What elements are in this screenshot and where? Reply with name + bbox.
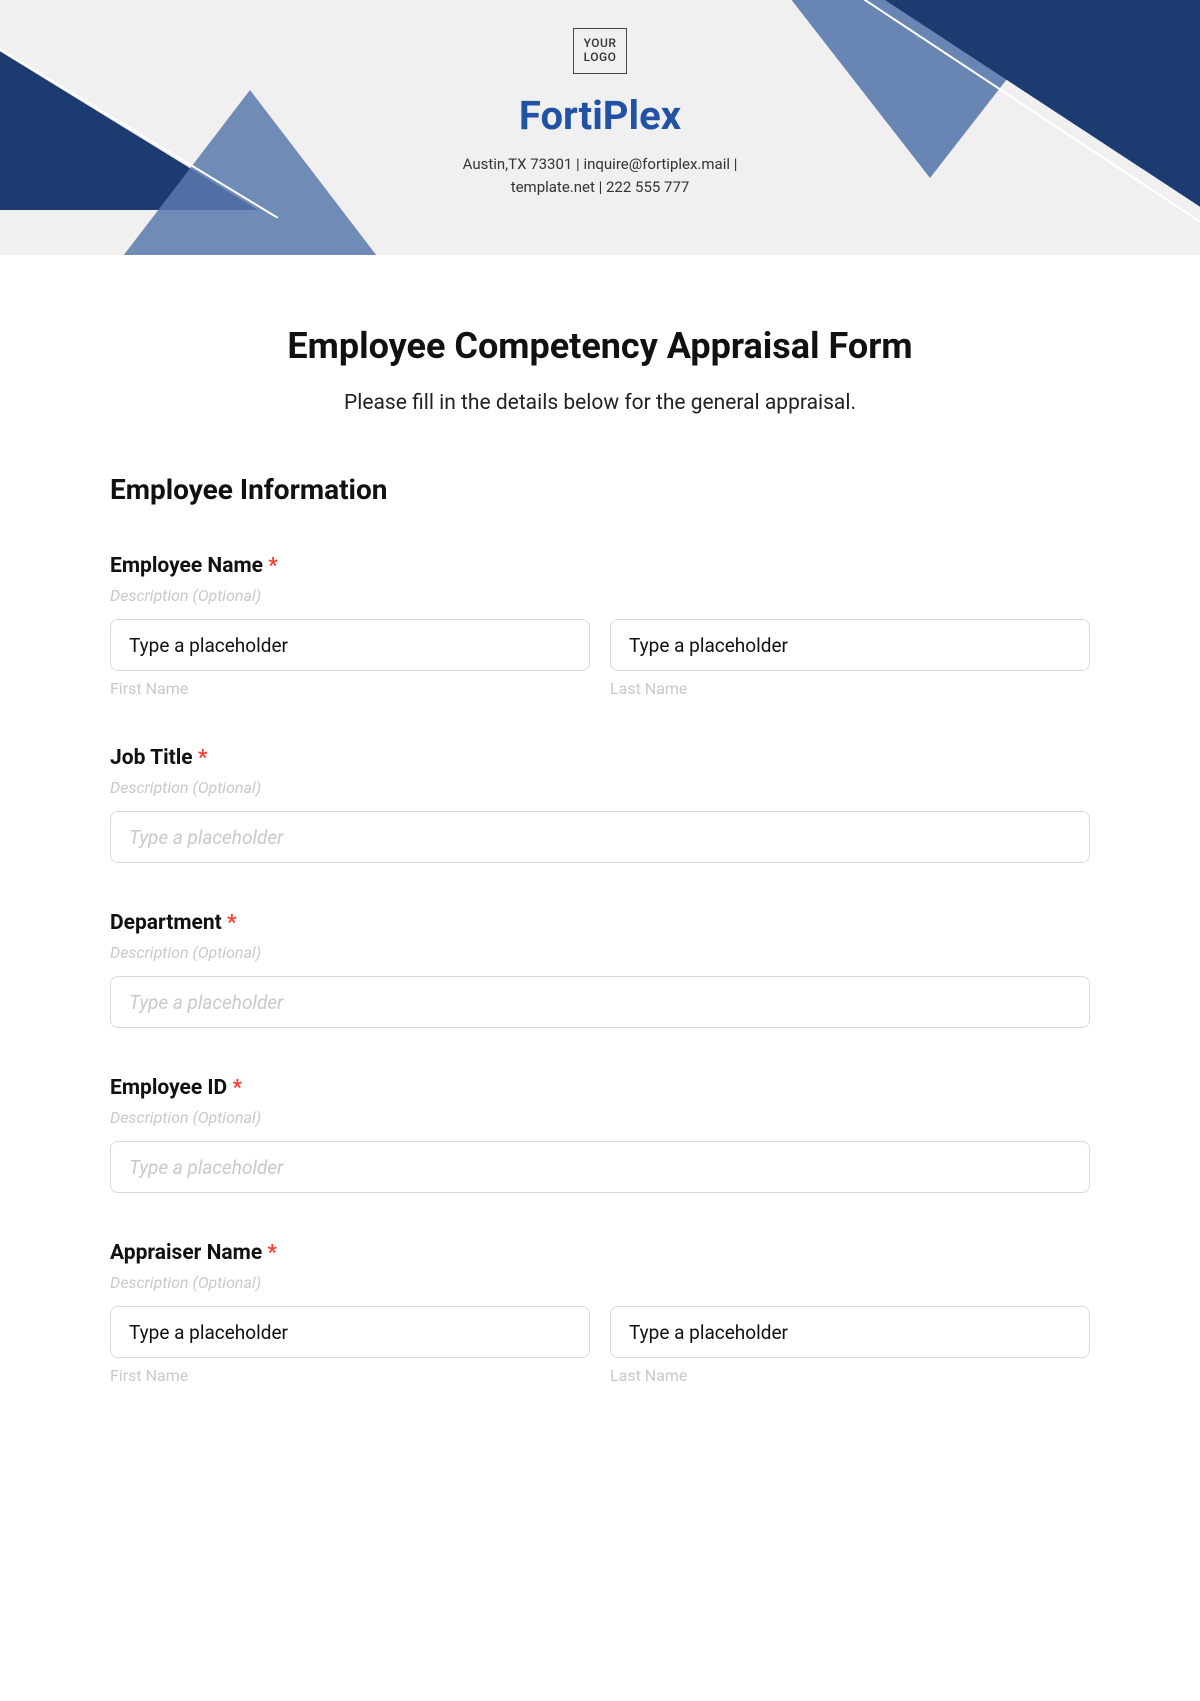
desc-employee-name: Description (Optional) xyxy=(110,586,1090,605)
label-employee-id: Employee ID * xyxy=(110,1076,1090,1100)
label-employee-name: Employee Name * xyxy=(110,554,1090,578)
input-department[interactable] xyxy=(110,976,1090,1028)
form-title: Employee Competency Appraisal Form xyxy=(110,325,1090,367)
sublabel-appraiser-last-name: Last Name xyxy=(610,1366,1090,1385)
required-mark: * xyxy=(268,554,278,578)
desc-appraiser-name: Description (Optional) xyxy=(110,1273,1090,1292)
field-department: Department * Description (Optional) xyxy=(110,911,1090,1028)
field-employee-name: Employee Name * Description (Optional) F… xyxy=(110,554,1090,698)
label-department: Department * xyxy=(110,911,1090,935)
input-employee-id[interactable] xyxy=(110,1141,1090,1193)
required-mark: * xyxy=(227,911,237,935)
desc-employee-id: Description (Optional) xyxy=(110,1108,1090,1127)
sublabel-first-name: First Name xyxy=(110,679,590,698)
desc-job-title: Description (Optional) xyxy=(110,778,1090,797)
required-mark: * xyxy=(232,1076,242,1100)
field-employee-id: Employee ID * Description (Optional) xyxy=(110,1076,1090,1193)
logo-line2: LOGO xyxy=(584,51,617,65)
form-container: Employee Competency Appraisal Form Pleas… xyxy=(0,255,1200,1425)
form-subtitle: Please fill in the details below for the… xyxy=(110,391,1090,415)
header-band: YOUR LOGO FortiPlex Austin,TX 73301 | in… xyxy=(0,0,1200,255)
sublabel-appraiser-first-name: First Name xyxy=(110,1366,590,1385)
contact-line2: template.net | 222 555 777 xyxy=(0,176,1200,199)
logo-line1: YOUR xyxy=(584,37,617,51)
input-employee-first-name[interactable] xyxy=(110,619,590,671)
field-job-title: Job Title * Description (Optional) xyxy=(110,746,1090,863)
input-job-title[interactable] xyxy=(110,811,1090,863)
section-heading-employee-info: Employee Information xyxy=(110,473,1090,506)
input-appraiser-first-name[interactable] xyxy=(110,1306,590,1358)
contact-line1: Austin,TX 73301 | inquire@fortiplex.mail… xyxy=(0,153,1200,176)
label-job-title: Job Title * xyxy=(110,746,1090,770)
field-appraiser-name: Appraiser Name * Description (Optional) … xyxy=(110,1241,1090,1385)
logo-placeholder: YOUR LOGO xyxy=(573,28,628,74)
required-mark: * xyxy=(198,746,208,770)
input-employee-last-name[interactable] xyxy=(610,619,1090,671)
input-appraiser-last-name[interactable] xyxy=(610,1306,1090,1358)
label-appraiser-name: Appraiser Name * xyxy=(110,1241,1090,1265)
desc-department: Description (Optional) xyxy=(110,943,1090,962)
company-name: FortiPlex xyxy=(0,92,1200,139)
contact-info: Austin,TX 73301 | inquire@fortiplex.mail… xyxy=(0,153,1200,200)
sublabel-last-name: Last Name xyxy=(610,679,1090,698)
required-mark: * xyxy=(267,1241,277,1265)
